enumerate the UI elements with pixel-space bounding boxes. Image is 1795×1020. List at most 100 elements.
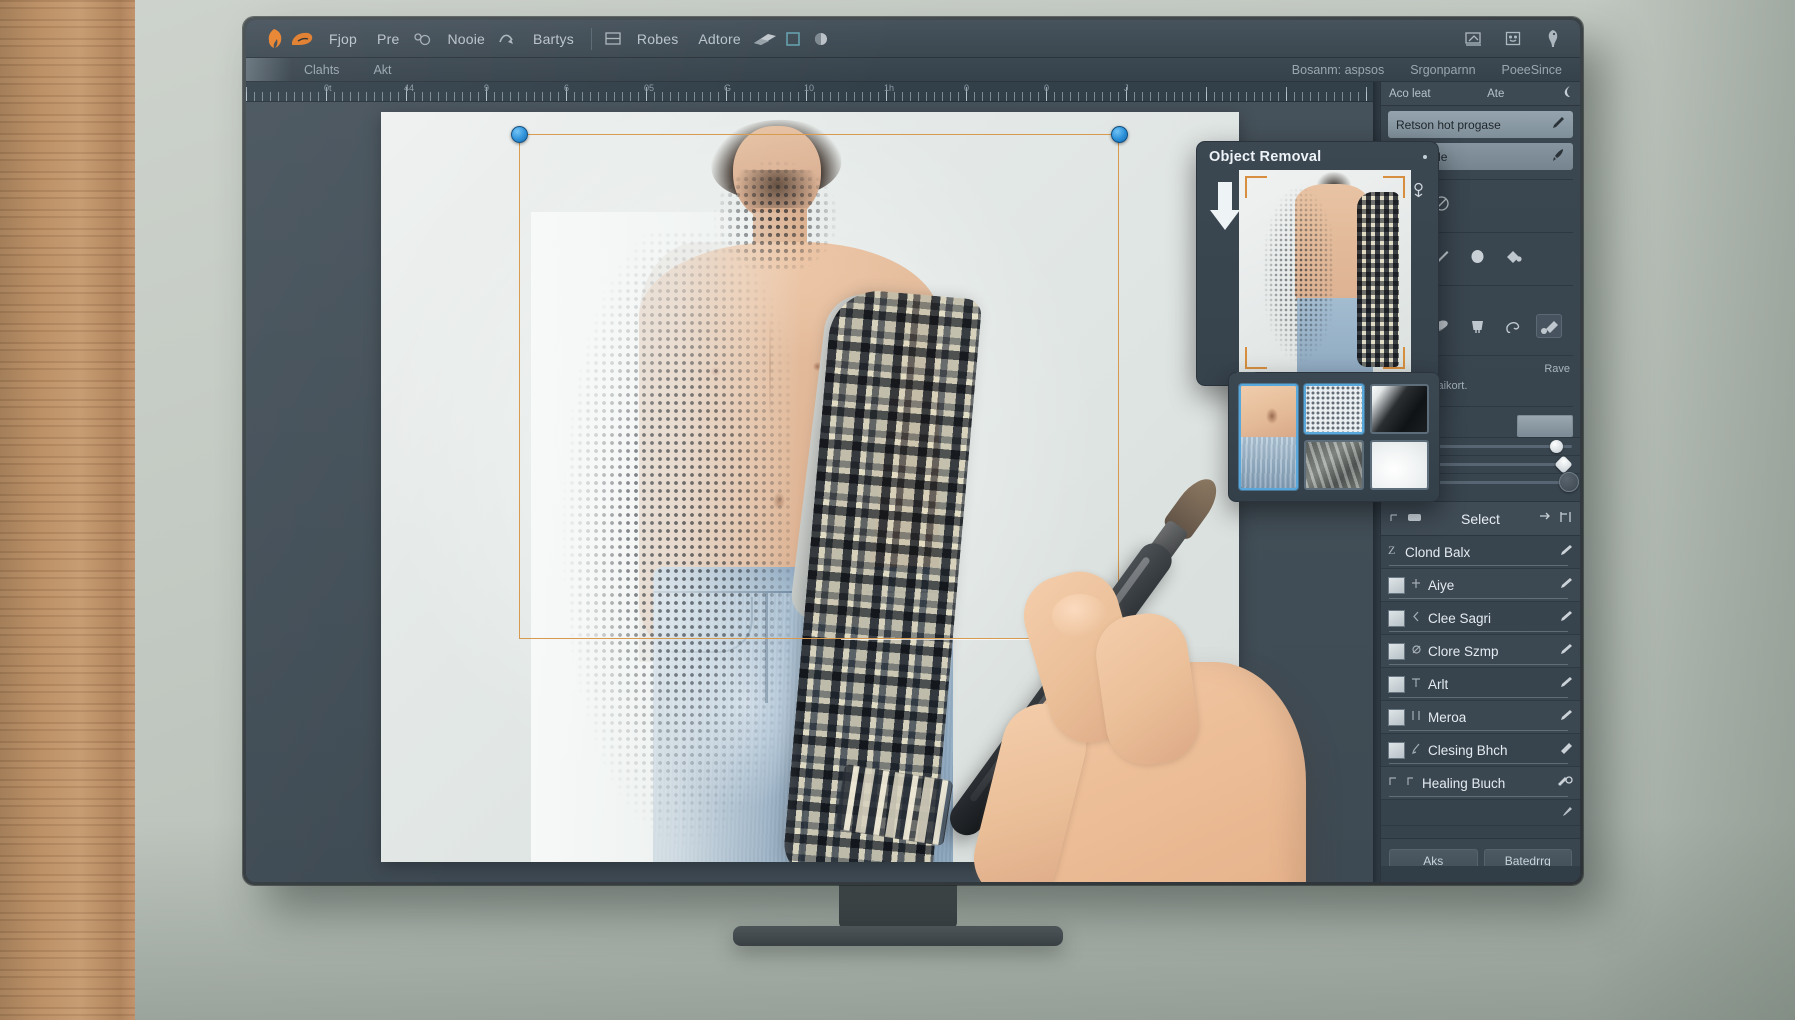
layer-pen-icon-blank[interactable] xyxy=(1561,804,1573,822)
lasso-icon[interactable] xyxy=(1500,314,1526,338)
down-arrow-icon[interactable] xyxy=(1208,180,1242,232)
swatch-popup-tab[interactable] xyxy=(1235,372,1257,384)
menu-item-3[interactable]: Nooie xyxy=(438,27,494,51)
mask-icon[interactable] xyxy=(1411,708,1422,726)
rotate-handle-icon[interactable] xyxy=(1411,182,1426,203)
layer-row-7[interactable]: Healing Bιuch xyxy=(1381,767,1580,800)
menu-bar: Fjop Pre Nooie Bartys Robes Adtore xyxy=(246,20,1580,58)
layer-name-4: Arlt xyxy=(1428,676,1449,692)
crescent-icon[interactable] xyxy=(1561,85,1572,103)
ellipse-icon[interactable] xyxy=(1464,244,1490,268)
color-swatch-box[interactable] xyxy=(1517,414,1573,437)
panel-split-icon[interactable] xyxy=(600,27,626,51)
eraser-icon[interactable] xyxy=(752,27,778,51)
options-right-2[interactable]: PoeeSince xyxy=(1502,63,1562,77)
size-slider-knob[interactable] xyxy=(1559,472,1580,492)
halftone-pattern-swatch[interactable] xyxy=(1304,384,1364,434)
layer-row-1[interactable]: Aiye xyxy=(1381,569,1580,602)
menu-item-1[interactable]: Pre xyxy=(368,27,408,51)
app-badge-icon[interactable] xyxy=(290,27,314,51)
layer-pen-icon-7[interactable] xyxy=(1556,774,1573,792)
layer-pen-icon-5[interactable] xyxy=(1559,708,1573,726)
menu-item-8[interactable]: Adtore xyxy=(689,27,749,51)
options-item-1[interactable]: Akt xyxy=(373,63,391,77)
bucket-icon[interactable] xyxy=(1500,244,1526,268)
layer-thumbnail-6[interactable] xyxy=(1388,741,1405,759)
brush-small-icon[interactable] xyxy=(1411,741,1422,759)
selection-guide-horizontal xyxy=(840,639,1119,640)
selection-handle-top-left[interactable] xyxy=(510,126,528,143)
options-right-0[interactable]: Bosanm: aspsos xyxy=(1292,63,1384,77)
layer-row-blank[interactable] xyxy=(1381,800,1580,826)
layers-thumb-toggle-icon[interactable] xyxy=(1389,510,1400,528)
layer-thumbnail-3[interactable] xyxy=(1388,642,1405,660)
contrast-circle-icon[interactable] xyxy=(808,27,834,51)
options-right-1[interactable]: Srgonparnn xyxy=(1410,63,1475,77)
layer-row-2[interactable]: Clee Sagri xyxy=(1381,602,1580,635)
options-item-0[interactable]: Clahts xyxy=(304,63,339,77)
fabric-weave-swatch[interactable] xyxy=(1304,440,1364,490)
layer-pen-icon-4[interactable] xyxy=(1559,675,1573,693)
layers-mask-icon[interactable] xyxy=(1407,510,1422,528)
flow-slider-knob[interactable] xyxy=(1554,455,1574,474)
layer-pen-icon-0[interactable] xyxy=(1559,543,1573,561)
filter-icon[interactable] xyxy=(1539,510,1552,528)
layer-pen-icon-1[interactable] xyxy=(1559,576,1573,594)
preview-crop-corner-br[interactable] xyxy=(1383,347,1405,369)
healing-corner-icon[interactable] xyxy=(1388,774,1399,792)
opacity-slider-knob[interactable] xyxy=(1550,440,1564,453)
panel-row-0[interactable]: Retson hot progase xyxy=(1388,111,1573,138)
layer-bar-0 xyxy=(1389,565,1568,566)
gradient-swatch[interactable] xyxy=(1369,384,1429,434)
preview-crop-corner-tr[interactable] xyxy=(1383,176,1405,198)
text-icon[interactable] xyxy=(1411,675,1422,693)
layer-pen-icon-6[interactable] xyxy=(1558,741,1573,759)
soft-white-swatch[interactable] xyxy=(1369,440,1429,490)
healing-icon[interactable] xyxy=(1405,774,1416,792)
selection-handle-top-right[interactable] xyxy=(1110,126,1128,143)
layer-name-6: Clesing Bhch xyxy=(1428,742,1508,758)
desk-scene: Fjop Pre Nooie Bartys Robes Adtore Claht… xyxy=(0,0,1795,1020)
menu-dot-icon[interactable] xyxy=(1423,155,1427,159)
stamp-icon[interactable] xyxy=(1411,642,1422,660)
flame-logo-icon[interactable] xyxy=(260,27,284,51)
texture-swatch-popup[interactable] xyxy=(1228,372,1440,502)
layer-row-5[interactable]: Meroa xyxy=(1381,701,1580,734)
object-removal-popup[interactable]: Object Removal xyxy=(1196,141,1439,386)
sort-icon[interactable] xyxy=(1559,510,1572,528)
layer-pen-icon-3[interactable] xyxy=(1559,642,1573,660)
options-bar-right: Bosanm: aspsos Srgonparnn PoeeSince xyxy=(1292,58,1562,81)
layer-thumbnail-4[interactable] xyxy=(1388,675,1405,693)
layer-row-0[interactable]: Z Clond Balx xyxy=(1381,536,1580,569)
menu-item-5[interactable]: Bartys xyxy=(524,27,583,51)
layer-row-6[interactable]: Clesing Bhch xyxy=(1381,734,1580,767)
object-removal-preview[interactable] xyxy=(1239,170,1411,375)
pen-icon[interactable] xyxy=(1551,116,1565,133)
face-preset-icon[interactable] xyxy=(1500,27,1526,51)
bucket-fill-icon[interactable] xyxy=(1464,314,1490,338)
brush-icon[interactable] xyxy=(1551,148,1565,165)
layer-thumbnail-5[interactable] xyxy=(1388,708,1405,726)
preview-crop-corner-bl[interactable] xyxy=(1245,347,1267,369)
move-icon[interactable] xyxy=(1411,576,1422,594)
dodge-icon[interactable] xyxy=(1536,314,1562,338)
chevron-left-icon[interactable] xyxy=(1411,609,1422,627)
share-screen-icon[interactable] xyxy=(1460,27,1486,51)
layer-thumbnail-1[interactable] xyxy=(1388,576,1405,594)
menu-item-0[interactable]: Fjop xyxy=(320,27,366,51)
horizontal-ruler[interactable]: 0t 44 9 6 05 G 10 1h 0 0 J xyxy=(246,82,1373,102)
menu-item-7[interactable]: Robes xyxy=(628,27,687,51)
layer-row-4[interactable]: Arlt xyxy=(1381,668,1580,701)
z-stack-icon[interactable]: Z xyxy=(1388,543,1399,561)
preview-crop-corner-tl[interactable] xyxy=(1245,176,1267,198)
layer-pen-icon-2[interactable] xyxy=(1559,609,1573,627)
image-canvas[interactable] xyxy=(380,112,1239,862)
menu-divider xyxy=(590,27,592,50)
bird-cursor-icon[interactable] xyxy=(1540,27,1566,51)
frame-icon[interactable] xyxy=(780,27,806,51)
curve-arrow-icon[interactable] xyxy=(496,27,522,51)
skin-texture-swatch[interactable] xyxy=(1239,384,1299,490)
layer-thumbnail-2[interactable] xyxy=(1388,609,1405,627)
link-nodes-icon[interactable] xyxy=(410,27,436,51)
layer-row-3[interactable]: Clore Szmp xyxy=(1381,635,1580,668)
